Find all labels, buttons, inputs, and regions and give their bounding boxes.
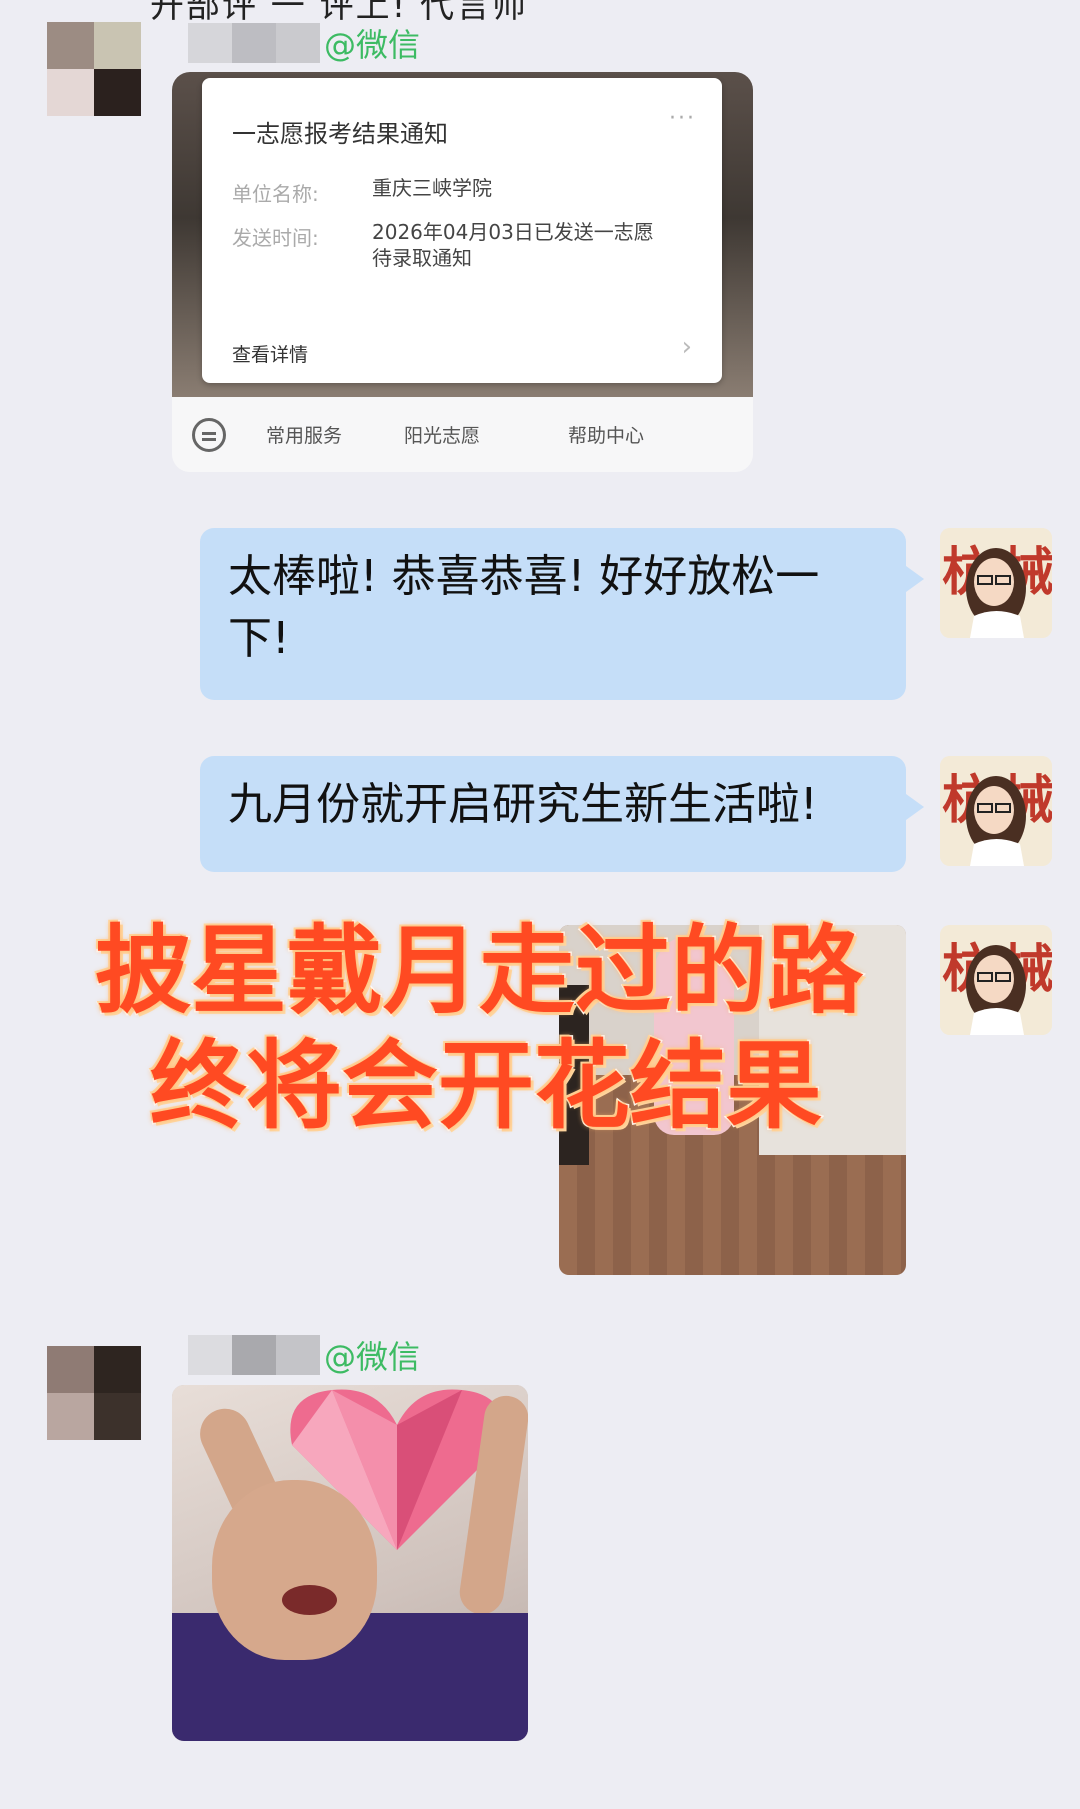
meme-image[interactable]: [172, 1385, 528, 1741]
view-details-link[interactable]: 查看详情: [232, 340, 308, 367]
self-avatar[interactable]: 杭 械: [940, 925, 1052, 1035]
chevron-right-icon: ›: [681, 332, 692, 362]
message-text: 九月份就开启研究生新生活啦!: [228, 779, 818, 830]
contact-avatar[interactable]: [47, 22, 141, 116]
service-bar: 常用服务 阳光志愿 帮助中心: [172, 397, 753, 472]
contact-avatar[interactable]: [47, 1346, 141, 1440]
message-text-line1: 太棒啦! 恭喜恭喜! 好好放松一: [228, 551, 820, 602]
self-avatar[interactable]: 杭 械: [940, 756, 1052, 866]
sender-wechat-tag: @微信: [324, 26, 421, 64]
service-bar-item-volunteer[interactable]: 阳光志愿: [404, 421, 480, 448]
blurred-name: [188, 1335, 320, 1375]
meme-mouth: [282, 1585, 337, 1615]
banner-line2: 终将会开花结果: [149, 1028, 824, 1143]
self-avatar[interactable]: 杭 械: [940, 528, 1052, 638]
service-bar-item-common[interactable]: 常用服务: [266, 421, 342, 448]
service-bar-item-help[interactable]: 帮助中心: [568, 421, 644, 448]
sender-wechat-tag: @微信: [324, 1338, 421, 1376]
avatar-illustration: 杭 械: [940, 756, 1052, 866]
self-message-bubble[interactable]: 太棒啦! 恭喜恭喜! 好好放松一 下!: [200, 528, 924, 700]
notification-panel: 一志愿报考结果通知 ··· 单位名称: 重庆三峡学院 发送时间: 2026年04…: [202, 78, 722, 383]
message-text-line2: 下!: [228, 613, 290, 664]
banner-line1: 披星戴月走过的路: [94, 913, 865, 1028]
notification-title: 一志愿报考结果通知: [232, 120, 448, 148]
more-icon[interactable]: ···: [669, 106, 696, 131]
self-message-bubble[interactable]: 九月份就开启研究生新生活啦!: [200, 756, 924, 872]
shared-notification-card[interactable]: 一志愿报考结果通知 ··· 单位名称: 重庆三峡学院 发送时间: 2026年04…: [172, 72, 753, 472]
time-value-line1: 2026年04月03日已发送一志愿: [372, 220, 654, 244]
unit-value: 重庆三峡学院: [372, 176, 492, 200]
blurred-name: [188, 23, 320, 63]
menu-icon[interactable]: [192, 417, 226, 452]
sender-name: @微信: [188, 1332, 420, 1378]
time-label: 发送时间:: [232, 226, 319, 250]
meme-face: [212, 1480, 377, 1660]
sender-name: @微信: [188, 20, 420, 66]
time-value-line2: 待录取通知: [372, 246, 472, 270]
unit-label: 单位名称:: [232, 182, 319, 206]
avatar-illustration: 杭 械: [940, 925, 1052, 1035]
avatar-illustration: 杭 械: [940, 528, 1052, 638]
